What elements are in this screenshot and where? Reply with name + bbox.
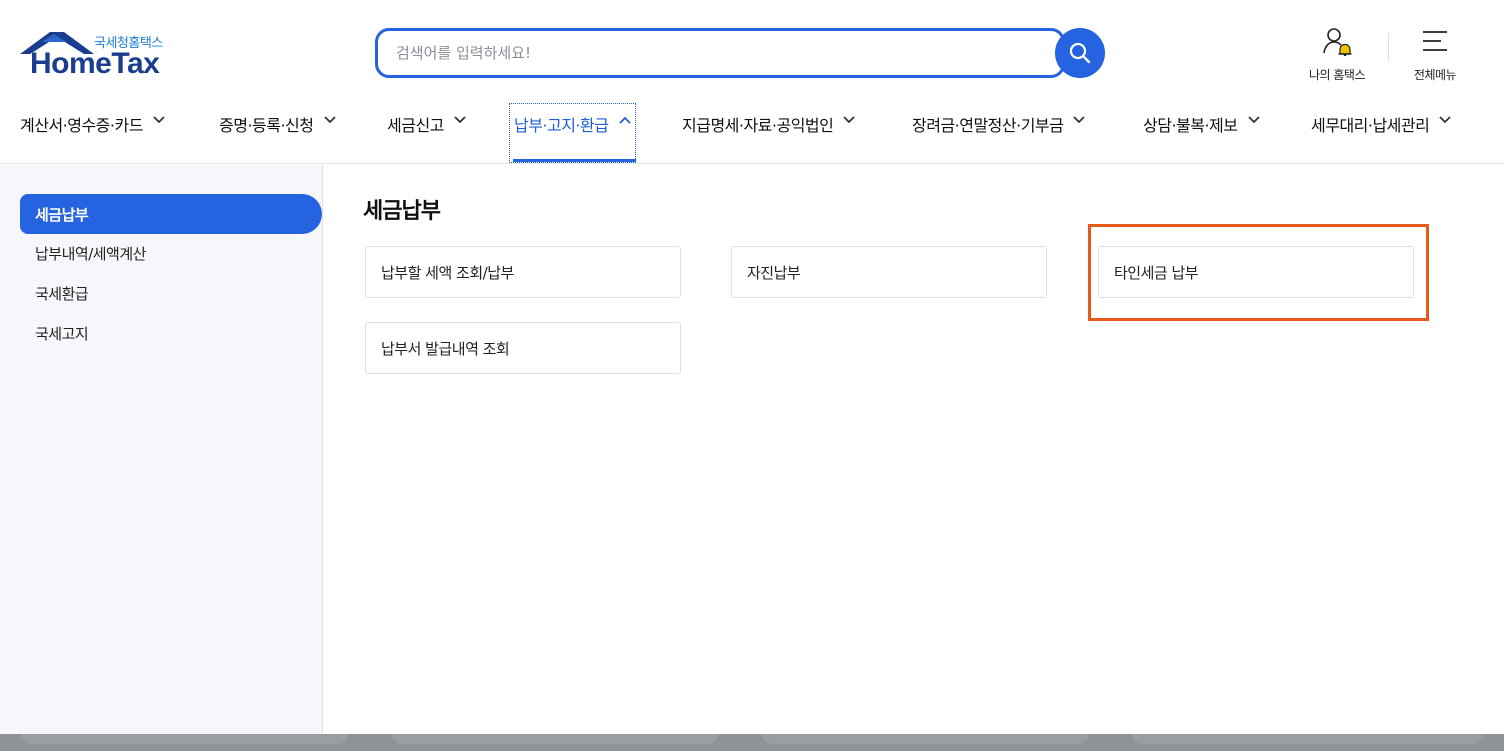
- chevron-down-icon: [454, 116, 466, 124]
- search-box: [375, 28, 1065, 78]
- nav-certificate-registration[interactable]: 증명·등록·신청: [219, 104, 336, 162]
- sidebar-item-refund[interactable]: 국세환급: [20, 273, 322, 313]
- search-button[interactable]: [1055, 28, 1105, 78]
- card-label: 납부할 세액 조회/납부: [381, 263, 514, 282]
- card-inquire-pay-tax[interactable]: 납부할 세액 조회/납부: [365, 246, 681, 298]
- bottom-tab: [762, 734, 1088, 744]
- all-menu-button[interactable]: 전체메뉴: [1400, 26, 1470, 83]
- nav-label: 장려금·연말정산·기부금: [912, 116, 1064, 135]
- chevron-down-icon: [153, 116, 165, 124]
- nav-active-underline: [513, 159, 636, 162]
- nav-label: 납부·고지·환급: [514, 116, 609, 135]
- sidebar-item-payment-history[interactable]: 납부내역/세액계산: [20, 233, 322, 273]
- search-input[interactable]: [396, 31, 1036, 75]
- all-menu-label: 전체메뉴: [1413, 68, 1457, 82]
- my-hometax-label: 나의 홈택스: [1308, 68, 1366, 82]
- sidebar-item-label: 납부내역/세액계산: [35, 244, 146, 263]
- utility-divider: [1388, 33, 1389, 61]
- nav-invoice-receipt-card[interactable]: 계산서·영수증·카드: [20, 104, 165, 162]
- sidebar: 세금납부 납부내역/세액계산 국세환급 국세고지: [0, 165, 323, 735]
- global-nav: 계산서·영수증·카드 증명·등록·신청 세금신고 납부·고지·환급 지급명세·자…: [0, 103, 1504, 164]
- card-label: 자진납부: [747, 263, 801, 282]
- nav-label: 증명·등록·신청: [219, 116, 314, 135]
- nav-payment-statement[interactable]: 지급명세·자료·공익법인: [682, 104, 856, 162]
- nav-label: 계산서·영수증·카드: [20, 116, 143, 135]
- sidebar-item-label: 국세고지: [35, 324, 89, 343]
- search-icon: [1069, 42, 1091, 64]
- hometax-logo[interactable]: 국세청홈택스 HomeTax: [18, 30, 178, 82]
- chevron-up-icon: [618, 116, 631, 124]
- sidebar-item-notice[interactable]: 국세고지: [20, 313, 322, 353]
- nav-label: 세무대리·납세관리: [1311, 116, 1430, 135]
- chevron-down-icon: [1247, 116, 1260, 124]
- logo-title: HomeTax: [30, 47, 160, 80]
- bottom-tab: [1132, 734, 1482, 744]
- card-voluntary-payment[interactable]: 자진납부: [731, 246, 1047, 298]
- nav-tax-filing[interactable]: 세금신고: [387, 104, 466, 162]
- sidebar-item-label: 국세환급: [35, 284, 89, 303]
- page: 국세청홈택스 HomeTax 나의 홈택스: [0, 0, 1504, 751]
- card-payment-slip-history[interactable]: 납부서 발급내역 조회: [365, 322, 681, 374]
- chevron-down-icon: [843, 116, 856, 124]
- sidebar-item-label: 세금납부: [35, 205, 89, 224]
- my-hometax-button[interactable]: 나의 홈택스: [1300, 26, 1374, 83]
- nav-tax-agent[interactable]: 세무대리·납세관리: [1311, 104, 1451, 162]
- card-label: 납부서 발급내역 조회: [381, 339, 510, 358]
- highlight-box: [1088, 224, 1429, 321]
- nav-payment-notice-refund[interactable]: 납부·고지·환급: [509, 103, 636, 163]
- sidebar-item-tax-payment[interactable]: 세금납부: [20, 194, 322, 234]
- nav-incentive-yearend[interactable]: 장려금·연말정산·기부금: [912, 104, 1086, 162]
- nav-label: 지급명세·자료·공익법인: [682, 116, 834, 135]
- bottom-tab: [22, 734, 348, 744]
- header: 국세청홈택스 HomeTax 나의 홈택스: [0, 0, 1504, 164]
- nav-consultation-appeal[interactable]: 상담·불복·제보: [1143, 104, 1260, 162]
- hamburger-menu-icon: [1423, 31, 1447, 51]
- nav-label: 상담·불복·제보: [1143, 116, 1238, 135]
- chevron-down-icon: [323, 116, 336, 124]
- bottom-tab: [392, 734, 718, 744]
- page-title: 세금납부: [363, 199, 441, 224]
- user-bell-icon: [1323, 28, 1352, 57]
- nav-label: 세금신고: [387, 116, 444, 135]
- chevron-down-icon: [1439, 116, 1451, 124]
- chevron-down-icon: [1073, 116, 1086, 124]
